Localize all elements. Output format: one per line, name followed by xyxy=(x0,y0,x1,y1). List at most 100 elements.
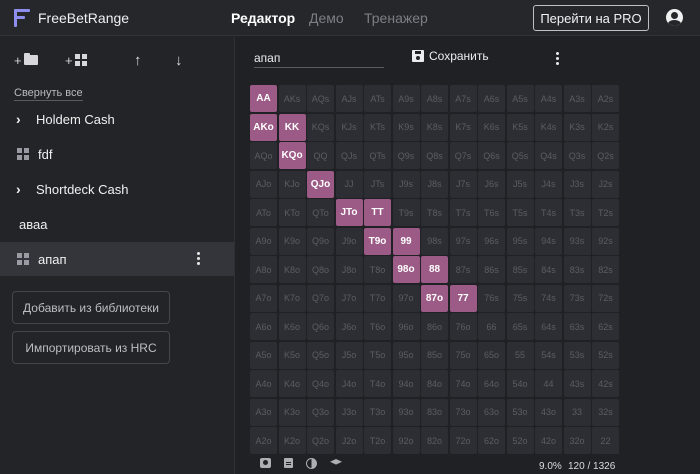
hand-cell-74o[interactable]: 74o xyxy=(449,370,477,397)
hand-cell-A5o[interactable]: A5o xyxy=(250,341,277,369)
hand-cell-K8s[interactable]: K8s xyxy=(421,113,448,141)
hand-cell-K4s[interactable]: K4s xyxy=(535,113,562,141)
hand-cell-T7o[interactable]: T7o xyxy=(364,284,391,312)
hand-cell-J3o[interactable]: J3o xyxy=(335,398,363,426)
hand-cell-KK[interactable]: KK xyxy=(278,113,306,141)
hand-cell-QQ[interactable]: QQ xyxy=(307,142,334,169)
hand-cell-75s[interactable]: 75s xyxy=(506,284,534,312)
hand-cell-T5s[interactable]: T5s xyxy=(506,199,534,226)
hand-cell-ATs[interactable]: ATs xyxy=(364,85,391,112)
hand-cell-87o[interactable]: 87o xyxy=(421,284,448,312)
hand-cell-92s[interactable]: 92s xyxy=(592,227,619,255)
hand-cell-K3o[interactable]: K3o xyxy=(278,398,306,426)
hand-cell-Q4o[interactable]: Q4o xyxy=(307,370,334,397)
hand-cell-32o[interactable]: 32o xyxy=(563,427,591,454)
hand-cell-AKs[interactable]: AKs xyxy=(278,85,306,112)
hand-cell-95s[interactable]: 95s xyxy=(506,227,534,255)
hand-cell-J6s[interactable]: J6s xyxy=(478,170,505,198)
hand-cell-K7o[interactable]: K7o xyxy=(278,284,306,312)
hand-cell-J8s[interactable]: J8s xyxy=(421,170,448,198)
hand-cell-A2o[interactable]: A2o xyxy=(250,427,277,454)
hand-cell-T5o[interactable]: T5o xyxy=(364,341,391,369)
hand-cell-85s[interactable]: 85s xyxy=(506,256,534,283)
hand-cell-22[interactable]: 22 xyxy=(592,427,619,454)
hand-cell-A9s[interactable]: A9s xyxy=(392,85,420,112)
hand-cell-75o[interactable]: 75o xyxy=(449,341,477,369)
hand-cell-82s[interactable]: 82s xyxy=(592,256,619,283)
hand-cell-J9o[interactable]: J9o xyxy=(335,227,363,255)
hand-cell-JTs[interactable]: JTs xyxy=(364,170,391,198)
hand-cell-K9s[interactable]: K9s xyxy=(392,113,420,141)
hand-cell-Q7s[interactable]: Q7s xyxy=(449,142,477,169)
hand-cell-Q7o[interactable]: Q7o xyxy=(307,284,334,312)
hand-cell-J7o[interactable]: J7o xyxy=(335,284,363,312)
hand-cell-K5s[interactable]: K5s xyxy=(506,113,534,141)
hand-cell-T3o[interactable]: T3o xyxy=(364,398,391,426)
hand-cell-98o[interactable]: 98o xyxy=(392,256,420,283)
hand-cell-J9s[interactable]: J9s xyxy=(392,170,420,198)
hand-cell-84o[interactable]: 84o xyxy=(421,370,448,397)
new-range-button[interactable]: + xyxy=(65,51,87,69)
hand-cell-72s[interactable]: 72s xyxy=(592,284,619,312)
hand-cell-K8o[interactable]: K8o xyxy=(278,256,306,283)
hand-cell-J7s[interactable]: J7s xyxy=(449,170,477,198)
hand-cell-K6o[interactable]: K6o xyxy=(278,313,306,340)
hand-cell-Q6o[interactable]: Q6o xyxy=(307,313,334,340)
hand-cell-95o[interactable]: 95o xyxy=(392,341,420,369)
hand-cell-J2o[interactable]: J2o xyxy=(335,427,363,454)
hand-cell-TT[interactable]: TT xyxy=(364,199,391,226)
hand-cell-32s[interactable]: 32s xyxy=(592,398,619,426)
hand-cell-Q4s[interactable]: Q4s xyxy=(535,142,562,169)
hand-cell-A8s[interactable]: A8s xyxy=(421,85,448,112)
hand-cell-T4s[interactable]: T4s xyxy=(535,199,562,226)
hand-cell-A3o[interactable]: A3o xyxy=(250,398,277,426)
hand-cell-54s[interactable]: 54s xyxy=(535,341,562,369)
hand-cell-QTo[interactable]: QTo xyxy=(307,199,334,226)
hand-cell-Q9s[interactable]: Q9s xyxy=(392,142,420,169)
hand-cell-86s[interactable]: 86s xyxy=(478,256,505,283)
hand-cell-K9o[interactable]: K9o xyxy=(278,227,306,255)
hand-cell-94o[interactable]: 94o xyxy=(392,370,420,397)
save-button[interactable]: Сохранить xyxy=(412,49,489,63)
hand-cell-T7s[interactable]: T7s xyxy=(449,199,477,226)
hand-cell-T9s[interactable]: T9s xyxy=(392,199,420,226)
hand-cell-96s[interactable]: 96s xyxy=(478,227,505,255)
hand-cell-Q9o[interactable]: Q9o xyxy=(307,227,334,255)
hand-cell-QJo[interactable]: QJo xyxy=(307,170,334,198)
nav-demo[interactable]: Демо xyxy=(309,10,344,26)
hand-cell-A7s[interactable]: A7s xyxy=(449,85,477,112)
hand-cell-J8o[interactable]: J8o xyxy=(335,256,363,283)
hand-cell-QTs[interactable]: QTs xyxy=(364,142,391,169)
hand-cell-52s[interactable]: 52s xyxy=(592,341,619,369)
hand-cell-88[interactable]: 88 xyxy=(421,256,448,283)
hand-cell-Q3o[interactable]: Q3o xyxy=(307,398,334,426)
hand-cell-42o[interactable]: 42o xyxy=(535,427,562,454)
hand-cell-T2s[interactable]: T2s xyxy=(592,199,619,226)
hand-cell-J5o[interactable]: J5o xyxy=(335,341,363,369)
more-vert-icon[interactable] xyxy=(197,252,201,267)
nav-editor[interactable]: Редактор xyxy=(231,10,295,26)
hand-cell-85o[interactable]: 85o xyxy=(421,341,448,369)
graduation-cap-icon[interactable] xyxy=(330,459,342,465)
hand-cell-43s[interactable]: 43s xyxy=(563,370,591,397)
hand-cell-QJs[interactable]: QJs xyxy=(335,142,363,169)
hand-cell-A8o[interactable]: A8o xyxy=(250,256,277,283)
hand-cell-99[interactable]: 99 xyxy=(392,227,420,255)
hand-cell-K5o[interactable]: K5o xyxy=(278,341,306,369)
add-from-library-button[interactable]: Добавить из библиотеки xyxy=(12,291,170,324)
hand-cell-63o[interactable]: 63o xyxy=(478,398,505,426)
hand-cell-74s[interactable]: 74s xyxy=(535,284,562,312)
logo[interactable]: FreeBetRange xyxy=(14,8,129,28)
hand-cell-AJs[interactable]: AJs xyxy=(335,85,363,112)
hand-cell-KQo[interactable]: KQo xyxy=(278,142,306,169)
hand-cell-K2o[interactable]: K2o xyxy=(278,427,306,454)
hand-cell-K6s[interactable]: K6s xyxy=(478,113,505,141)
account-icon[interactable] xyxy=(666,9,683,26)
hand-cell-64s[interactable]: 64s xyxy=(535,313,562,340)
hand-cell-82o[interactable]: 82o xyxy=(421,427,448,454)
hand-cell-A4o[interactable]: A4o xyxy=(250,370,277,397)
hand-cell-A5s[interactable]: A5s xyxy=(506,85,534,112)
hand-cell-55[interactable]: 55 xyxy=(506,341,534,369)
hand-cell-KTo[interactable]: KTo xyxy=(278,199,306,226)
hand-cell-T3s[interactable]: T3s xyxy=(563,199,591,226)
